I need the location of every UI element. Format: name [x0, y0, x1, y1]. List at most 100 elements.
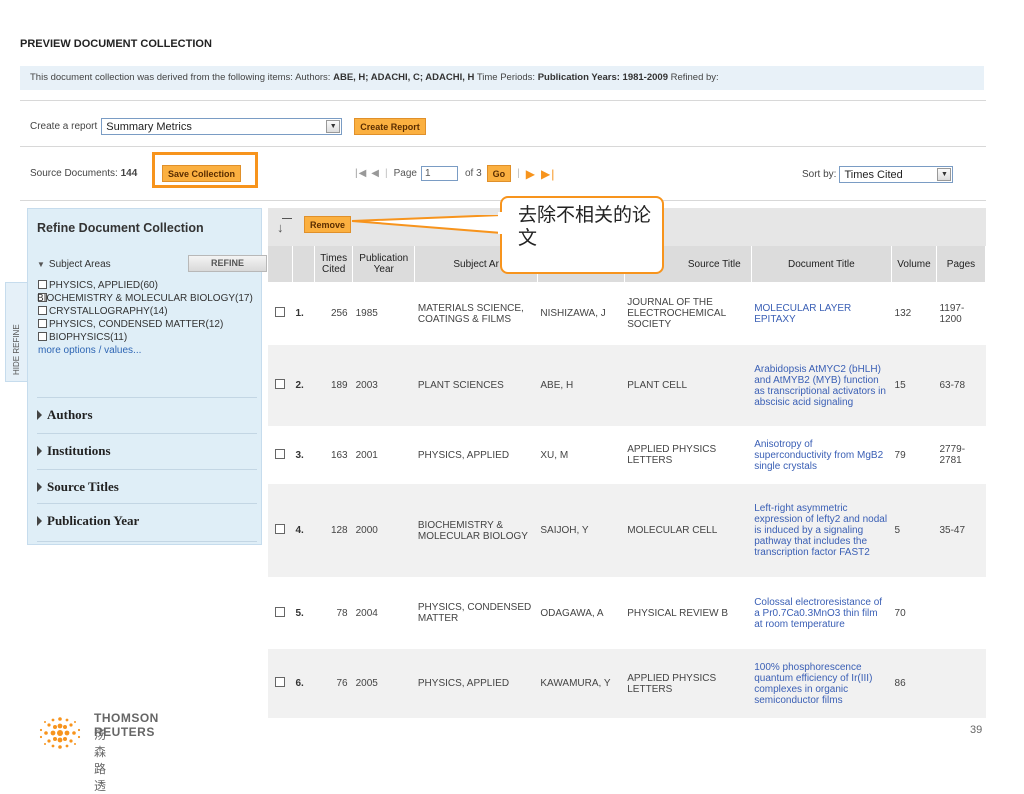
chevron-down-icon[interactable]: ▼ [937, 168, 952, 181]
report-select-value: Summary Metrics [106, 120, 192, 133]
info-prefix: This document collection was derived fro… [30, 72, 331, 83]
row-checkbox[interactable] [275, 307, 286, 317]
subject-item[interactable]: BIOPHYSICS(11) [38, 331, 260, 344]
table-row: 6. 76 2005 PHYSICS, APPLIED KAWAMURA, Y … [268, 647, 986, 718]
info-authors: ABE, H; ADACHI, C; ADACHI, H [333, 72, 475, 83]
subject-area: PLANT SCIENCES [414, 343, 538, 427]
hide-refine-tab[interactable]: HIDE REFINE [5, 282, 27, 382]
divider [37, 541, 257, 542]
first-page-icon[interactable]: |◀ [355, 168, 367, 179]
subject-areas-toggle[interactable]: ▼ Subject Areas [37, 259, 111, 270]
row-checkbox[interactable] [275, 606, 286, 617]
author: ABE, H [537, 343, 625, 427]
save-collection-button[interactable]: Save Collection [162, 165, 242, 182]
document-title-link[interactable]: Arabidopsis AtMYC2 (bHLH) and AtMYB2 (MY… [751, 343, 892, 427]
callout-joint [498, 212, 506, 234]
page-input[interactable]: 1 [420, 166, 458, 181]
facet-label: Institutions [47, 443, 111, 458]
volume: 70 [891, 577, 937, 648]
subject-item[interactable]: PHYSICS, APPLIED(60) [38, 279, 260, 292]
subject-item[interactable]: BIOCHEMISTRY & MOLECULAR BIOLOGY(17) [28, 292, 260, 305]
divider [20, 146, 986, 147]
info-refined: Refined by: [670, 72, 719, 83]
row-checkbox[interactable] [275, 677, 286, 687]
col-header-document-title[interactable]: Document Title [751, 246, 893, 283]
more-options-link[interactable]: more options / values... [38, 345, 141, 356]
report-select[interactable]: Summary Metrics ▼ [101, 118, 343, 135]
sort-select[interactable]: Times Cited ▼ [839, 166, 954, 183]
row-checkbox[interactable] [275, 448, 286, 459]
times-cited: 189 [314, 343, 353, 427]
pages: 1197-1200 [936, 282, 986, 344]
facet-authors[interactable]: Authors [37, 397, 257, 423]
source-title: JOURNAL OF THE ELECTROCHEMICAL SOCIETY [624, 282, 752, 344]
row-checkbox[interactable] [275, 524, 286, 534]
author: SAIJOH, Y [537, 482, 625, 578]
logo-dots-icon [39, 717, 81, 749]
checkbox[interactable] [38, 306, 47, 315]
sort-select-value: Times Cited [844, 168, 903, 181]
col-header [268, 246, 293, 283]
times-cited: 128 [314, 482, 353, 578]
pager-separator: | [385, 168, 388, 179]
document-title-link[interactable]: Left-right asymmetric expression of left… [751, 482, 892, 578]
subject-item[interactable]: PHYSICS, CONDENSED MATTER(12) [38, 318, 260, 331]
results-table: Times Cited Publication Year Subject Ar … [268, 246, 987, 718]
source-title: PHYSICAL REVIEW B [624, 577, 752, 648]
subject-area: BIOCHEMISTRY & MOLECULAR BIOLOGY [414, 482, 538, 578]
facet-label: Authors [47, 407, 93, 422]
remove-button[interactable]: Remove [304, 216, 352, 233]
callout-text: 去除不相关的论文 [518, 205, 652, 249]
facet-publication-year[interactable]: Publication Year [37, 503, 257, 529]
next-page-icon[interactable]: ▶ [526, 167, 536, 181]
facet-label: Source Titles [47, 479, 119, 494]
document-title-link[interactable]: Colossal electroresistance of a Pr0.7Ca0… [751, 577, 892, 648]
checkbox[interactable] [38, 332, 47, 341]
source-documents: Source Documents: 144 [30, 168, 137, 179]
refine-title: Refine Document Collection [37, 221, 204, 235]
create-report-button[interactable]: Create Report [354, 118, 426, 135]
row-number: 5. [292, 577, 315, 648]
col-header-pages[interactable]: Pages [936, 246, 987, 283]
triangle-right-icon [37, 446, 42, 456]
checkbox[interactable] [38, 280, 47, 289]
subject-label: PHYSICS, APPLIED(60) [49, 280, 158, 291]
pub-year: 2005 [352, 647, 415, 718]
facet-source-titles[interactable]: Source Titles [37, 469, 257, 495]
source-count: 144 [120, 168, 138, 179]
chevron-down-icon[interactable]: ▼ [326, 120, 341, 133]
refine-button[interactable]: REFINE [188, 255, 267, 272]
page-label: Page [393, 168, 417, 179]
document-title-link[interactable]: Anisotropy of superconductivity from MgB… [751, 426, 892, 483]
author: XU, M [537, 426, 625, 483]
slide-page-number: 39 [970, 724, 983, 736]
checkbox[interactable] [38, 319, 47, 328]
facet-institutions[interactable]: Institutions [37, 433, 257, 459]
col-header-pub-year[interactable]: Publication Year [352, 246, 416, 283]
prev-page-icon[interactable]: ◀ [371, 168, 379, 179]
times-cited: 78 [314, 577, 353, 648]
author: KAWAMURA, Y [537, 647, 625, 718]
author: NISHIZAWA, J [537, 282, 625, 344]
document-title-link[interactable]: 100% phosphorescence quantum efficiency … [751, 647, 892, 718]
divider [20, 100, 986, 101]
subject-item[interactable]: CRYSTALLOGRAPHY(14) [38, 305, 260, 318]
document-title-link[interactable]: MOLECULAR LAYER EPITAXY [751, 282, 892, 344]
source-label: Source Documents: [30, 168, 118, 179]
callout-pointer [351, 215, 503, 235]
page-of: of 3 [464, 168, 482, 179]
subject-areas-heading: Subject Areas [48, 259, 111, 270]
select-arrow-icon: ↓ [277, 220, 284, 235]
chevron-down-icon: ▼ [37, 260, 45, 269]
col-header-volume[interactable]: Volume [891, 246, 937, 283]
volume: 15 [891, 343, 937, 427]
col-header-times-cited[interactable]: Times Cited [314, 246, 354, 283]
row-number: 2. [292, 343, 315, 427]
pages [936, 577, 986, 648]
subject-area: PHYSICS, CONDENSED MATTER [414, 577, 538, 648]
go-button[interactable]: Go [486, 165, 512, 182]
triangle-right-icon [37, 516, 42, 526]
source-title: APPLIED PHYSICS LETTERS [624, 426, 752, 483]
last-page-icon[interactable]: ▶| [541, 167, 555, 181]
row-checkbox[interactable] [275, 379, 286, 389]
